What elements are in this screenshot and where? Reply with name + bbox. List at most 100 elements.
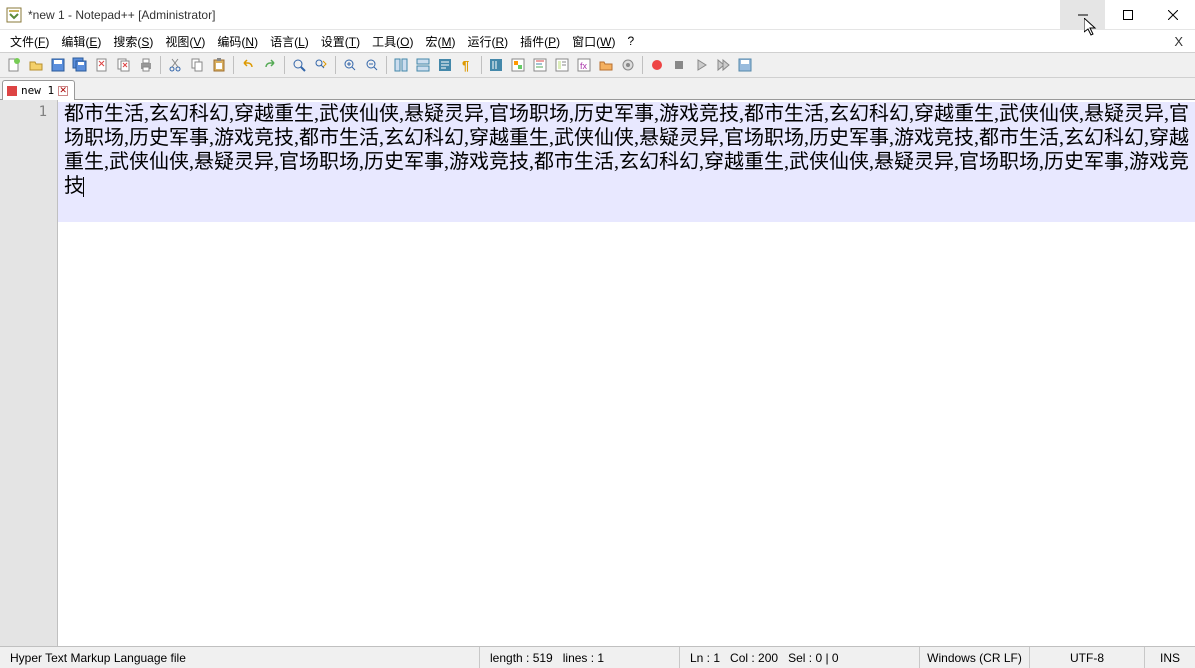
doc-list-button[interactable] <box>552 55 572 75</box>
play-button[interactable] <box>691 55 711 75</box>
status-mode[interactable]: INS <box>1145 647 1195 668</box>
menu-search[interactable]: 搜索(S) <box>107 31 159 52</box>
cut-button[interactable] <box>165 55 185 75</box>
new-file-button[interactable] <box>4 55 24 75</box>
menu-help[interactable]: ? <box>621 32 640 50</box>
wrap-button[interactable] <box>435 55 455 75</box>
print-button[interactable] <box>136 55 156 75</box>
zoom-out-icon <box>364 57 380 73</box>
tab-close-button[interactable]: ✕ <box>58 86 68 96</box>
print-icon <box>138 57 154 73</box>
copy-button[interactable] <box>187 55 207 75</box>
save-all-button[interactable] <box>70 55 90 75</box>
unsaved-dot-icon <box>7 86 17 96</box>
menu-tools[interactable]: 工具(O) <box>366 31 419 52</box>
tab-label: new 1 <box>21 84 54 97</box>
find-button[interactable] <box>289 55 309 75</box>
menu-file[interactable]: 文件(F) <box>4 31 55 52</box>
play-multi-button[interactable] <box>713 55 733 75</box>
toolbar-separator <box>335 56 336 74</box>
save-button[interactable] <box>48 55 68 75</box>
toolbar: ¶ fx <box>0 52 1195 78</box>
status-encoding[interactable]: UTF-8 <box>1030 647 1145 668</box>
record-button[interactable] <box>647 55 667 75</box>
window-controls <box>1060 0 1195 30</box>
paste-button[interactable] <box>209 55 229 75</box>
pilcrow-icon: ¶ <box>459 57 475 73</box>
zoom-out-button[interactable] <box>362 55 382 75</box>
app-icon <box>6 7 22 23</box>
doc-close-button[interactable]: X <box>1174 34 1183 49</box>
sync-v-button[interactable] <box>391 55 411 75</box>
undo-icon <box>240 57 256 73</box>
menu-encoding[interactable]: 编码(N) <box>211 31 264 52</box>
folder-panel-button[interactable] <box>596 55 616 75</box>
open-file-icon <box>28 57 44 73</box>
close-button[interactable] <box>1150 0 1195 30</box>
save-all-icon <box>72 57 88 73</box>
maximize-icon <box>1123 10 1133 20</box>
redo-button[interactable] <box>260 55 280 75</box>
save-icon <box>50 57 66 73</box>
menu-edit[interactable]: 编辑(E) <box>55 31 107 52</box>
maximize-button[interactable] <box>1105 0 1150 30</box>
monitor-icon <box>620 57 636 73</box>
sync-v-icon <box>393 57 409 73</box>
menu-run[interactable]: 运行(R) <box>461 31 514 52</box>
doc-map-button[interactable] <box>530 55 550 75</box>
docmap-icon <box>532 57 548 73</box>
undo-button[interactable] <box>238 55 258 75</box>
close-icon <box>1168 10 1178 20</box>
toolbar-separator <box>481 56 482 74</box>
stop-button[interactable] <box>669 55 689 75</box>
indent-guide-button[interactable] <box>486 55 506 75</box>
status-length: length : 519 lines : 1 <box>480 647 680 668</box>
replace-button[interactable] <box>311 55 331 75</box>
line-number: 1 <box>0 104 47 120</box>
all-chars-button[interactable]: ¶ <box>457 55 477 75</box>
window-title: *new 1 - Notepad++ [Administrator] <box>28 8 1060 22</box>
close-file-button[interactable] <box>92 55 112 75</box>
record-icon <box>649 57 665 73</box>
monitor-button[interactable] <box>618 55 638 75</box>
sync-h-icon <box>415 57 431 73</box>
sync-h-button[interactable] <box>413 55 433 75</box>
text-area[interactable]: 都市生活,玄幻科幻,穿越重生,武侠仙侠,悬疑灵异,官场职场,历史军事,游戏竞技,… <box>58 100 1195 646</box>
menu-settings[interactable]: 设置(T) <box>315 31 366 52</box>
zoom-in-button[interactable] <box>340 55 360 75</box>
udl-button[interactable] <box>508 55 528 75</box>
menu-language[interactable]: 语言(L) <box>264 31 315 52</box>
func-list-button[interactable]: fx <box>574 55 594 75</box>
menubar: 文件(F) 编辑(E) 搜索(S) 视图(V) 编码(N) 语言(L) 设置(T… <box>0 30 1195 52</box>
toolbar-separator <box>160 56 161 74</box>
titlebar: *new 1 - Notepad++ [Administrator] <box>0 0 1195 30</box>
replace-icon <box>313 57 329 73</box>
zoom-in-icon <box>342 57 358 73</box>
minimize-button[interactable] <box>1060 0 1105 30</box>
menu-view[interactable]: 视图(V) <box>159 31 211 52</box>
copy-icon <box>189 57 205 73</box>
close-doc-icon <box>94 57 110 73</box>
tabbar: new 1 ✕ <box>0 78 1195 100</box>
tab-new-1[interactable]: new 1 ✕ <box>2 80 75 100</box>
toolbar-separator <box>233 56 234 74</box>
status-language[interactable]: Hyper Text Markup Language file <box>0 647 480 668</box>
find-icon <box>291 57 307 73</box>
menu-plugins[interactable]: 插件(P) <box>514 31 566 52</box>
wrap-icon <box>437 57 453 73</box>
status-eol[interactable]: Windows (CR LF) <box>920 647 1030 668</box>
toolbar-separator <box>642 56 643 74</box>
svg-text:fx: fx <box>580 61 588 71</box>
save-macro-button[interactable] <box>735 55 755 75</box>
menu-macro[interactable]: 宏(M) <box>419 31 461 52</box>
status-position: Ln : 1 Col : 200 Sel : 0 | 0 <box>680 647 920 668</box>
play-multi-icon <box>715 57 731 73</box>
menu-window[interactable]: 窗口(W) <box>566 31 621 52</box>
close-all-button[interactable] <box>114 55 134 75</box>
editor-content: 都市生活,玄幻科幻,穿越重生,武侠仙侠,悬疑灵异,官场职场,历史军事,游戏竞技,… <box>64 102 1191 198</box>
open-file-button[interactable] <box>26 55 46 75</box>
stop-icon <box>671 57 687 73</box>
minimize-icon <box>1078 10 1088 20</box>
save-macro-icon <box>737 57 753 73</box>
new-file-icon <box>6 57 22 73</box>
